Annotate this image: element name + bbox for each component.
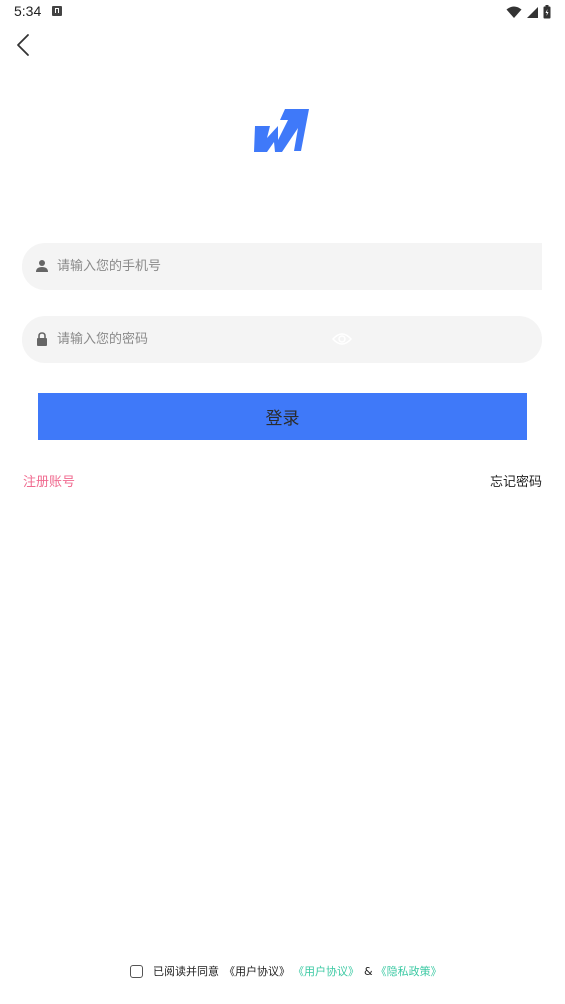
password-input[interactable] [57, 316, 327, 363]
wifi-icon [506, 6, 522, 18]
back-arrow-icon [17, 34, 29, 56]
app-logo-icon [254, 109, 309, 152]
lock-icon [37, 332, 47, 346]
agree-checkbox[interactable] [130, 964, 143, 978]
phone-field [22, 243, 542, 290]
eye-icon[interactable] [332, 332, 352, 346]
agreement-row: 已阅读并同意 《用户协议》 《用户协议》 & 《隐私政策》 [130, 962, 442, 980]
user-icon [36, 260, 48, 272]
phone-input[interactable] [57, 243, 327, 290]
notification-icon [52, 6, 62, 16]
back-button[interactable] [10, 30, 40, 60]
battery-icon [543, 5, 551, 19]
login-button[interactable]: 登录 [38, 393, 527, 440]
forgot-password-link[interactable]: 忘记密码 [490, 471, 542, 490]
status-time: 5:34 [14, 3, 42, 19]
agreement-amp: & [364, 964, 373, 978]
status-icons [506, 5, 551, 19]
register-link[interactable]: 注册账号 [23, 471, 75, 490]
privacy-policy-link[interactable]: 《隐私政策》 [376, 963, 442, 979]
password-field [22, 316, 542, 363]
signal-icon [527, 6, 538, 18]
user-agreement-link[interactable]: 《用户协议》 [293, 963, 359, 979]
agreement-plain-label: 《用户协议》 [224, 965, 290, 978]
login-screen: 5:34 请输入您的手机号 登录 注册账号 忘记密码 已阅读并同意 《用户协议》… [0, 0, 565, 1004]
status-bar: 5:34 [0, 0, 565, 24]
agreement-text: 已阅读并同意 [153, 965, 219, 978]
